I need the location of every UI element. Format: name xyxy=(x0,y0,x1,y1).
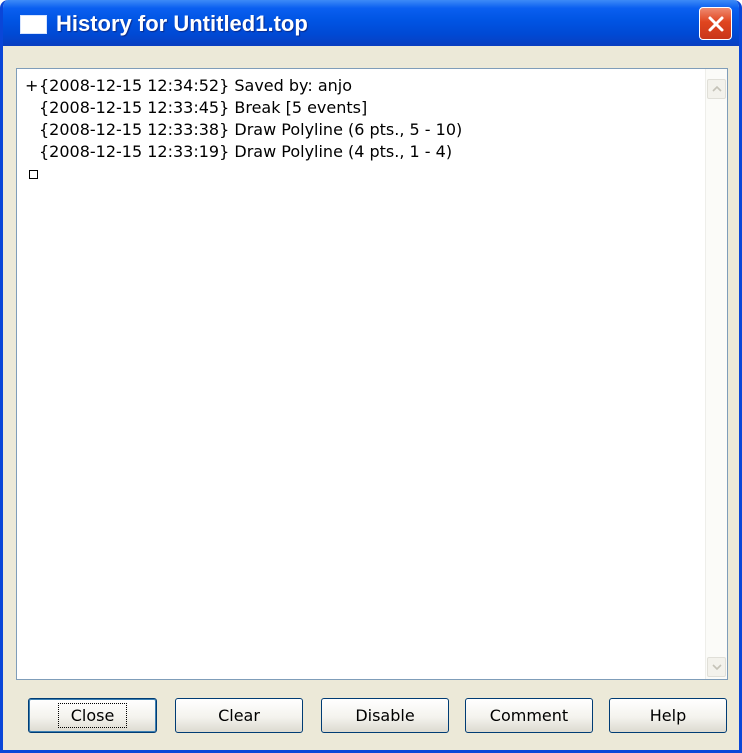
button-bar: Close Clear Disable Comment Help xyxy=(3,688,739,738)
history-window: History for Untitled1.top +{2008-12-15 1… xyxy=(0,0,742,753)
history-entry-text: {2008-12-15 12:34:52} Saved by: anjo xyxy=(39,76,353,95)
history-entry[interactable]: {2008-12-15 12:33:45} Break [5 events] xyxy=(25,97,701,119)
help-button[interactable]: Help xyxy=(609,698,727,733)
history-list-box[interactable]: +{2008-12-15 12:34:52} Saved by: anjo {2… xyxy=(16,68,728,680)
history-entry[interactable]: +{2008-12-15 12:34:52} Saved by: anjo xyxy=(25,75,701,97)
history-entry-text: {2008-12-15 12:33:45} Break [5 events] xyxy=(39,98,368,117)
current-position-marker-row[interactable] xyxy=(25,163,701,185)
scroll-down-button[interactable] xyxy=(707,657,726,677)
disable-button[interactable]: Disable xyxy=(321,698,449,733)
history-entry[interactable]: {2008-12-15 12:33:19} Draw Polyline (4 p… xyxy=(25,141,701,163)
window-icon xyxy=(20,15,47,34)
scroll-up-button[interactable] xyxy=(707,79,726,99)
chevron-up-icon xyxy=(711,85,722,92)
checkbox-marker-icon xyxy=(29,170,38,179)
history-list: +{2008-12-15 12:34:52} Saved by: anjo {2… xyxy=(25,75,701,679)
history-entry[interactable]: {2008-12-15 12:33:38} Draw Polyline (6 p… xyxy=(25,119,701,141)
close-button[interactable]: Close xyxy=(28,698,157,733)
window-title: History for Untitled1.top xyxy=(56,11,308,36)
comment-button[interactable]: Comment xyxy=(465,698,593,733)
close-icon xyxy=(708,16,723,31)
close-window-button[interactable] xyxy=(699,7,732,40)
vertical-scrollbar[interactable] xyxy=(705,69,727,679)
history-entry-text: {2008-12-15 12:33:38} Draw Polyline (6 p… xyxy=(39,120,463,139)
history-entry-text: {2008-12-15 12:33:19} Draw Polyline (4 p… xyxy=(39,142,453,161)
chevron-down-icon xyxy=(711,664,722,671)
clear-button[interactable]: Clear xyxy=(175,698,303,733)
title-bar[interactable]: History for Untitled1.top xyxy=(3,0,739,46)
